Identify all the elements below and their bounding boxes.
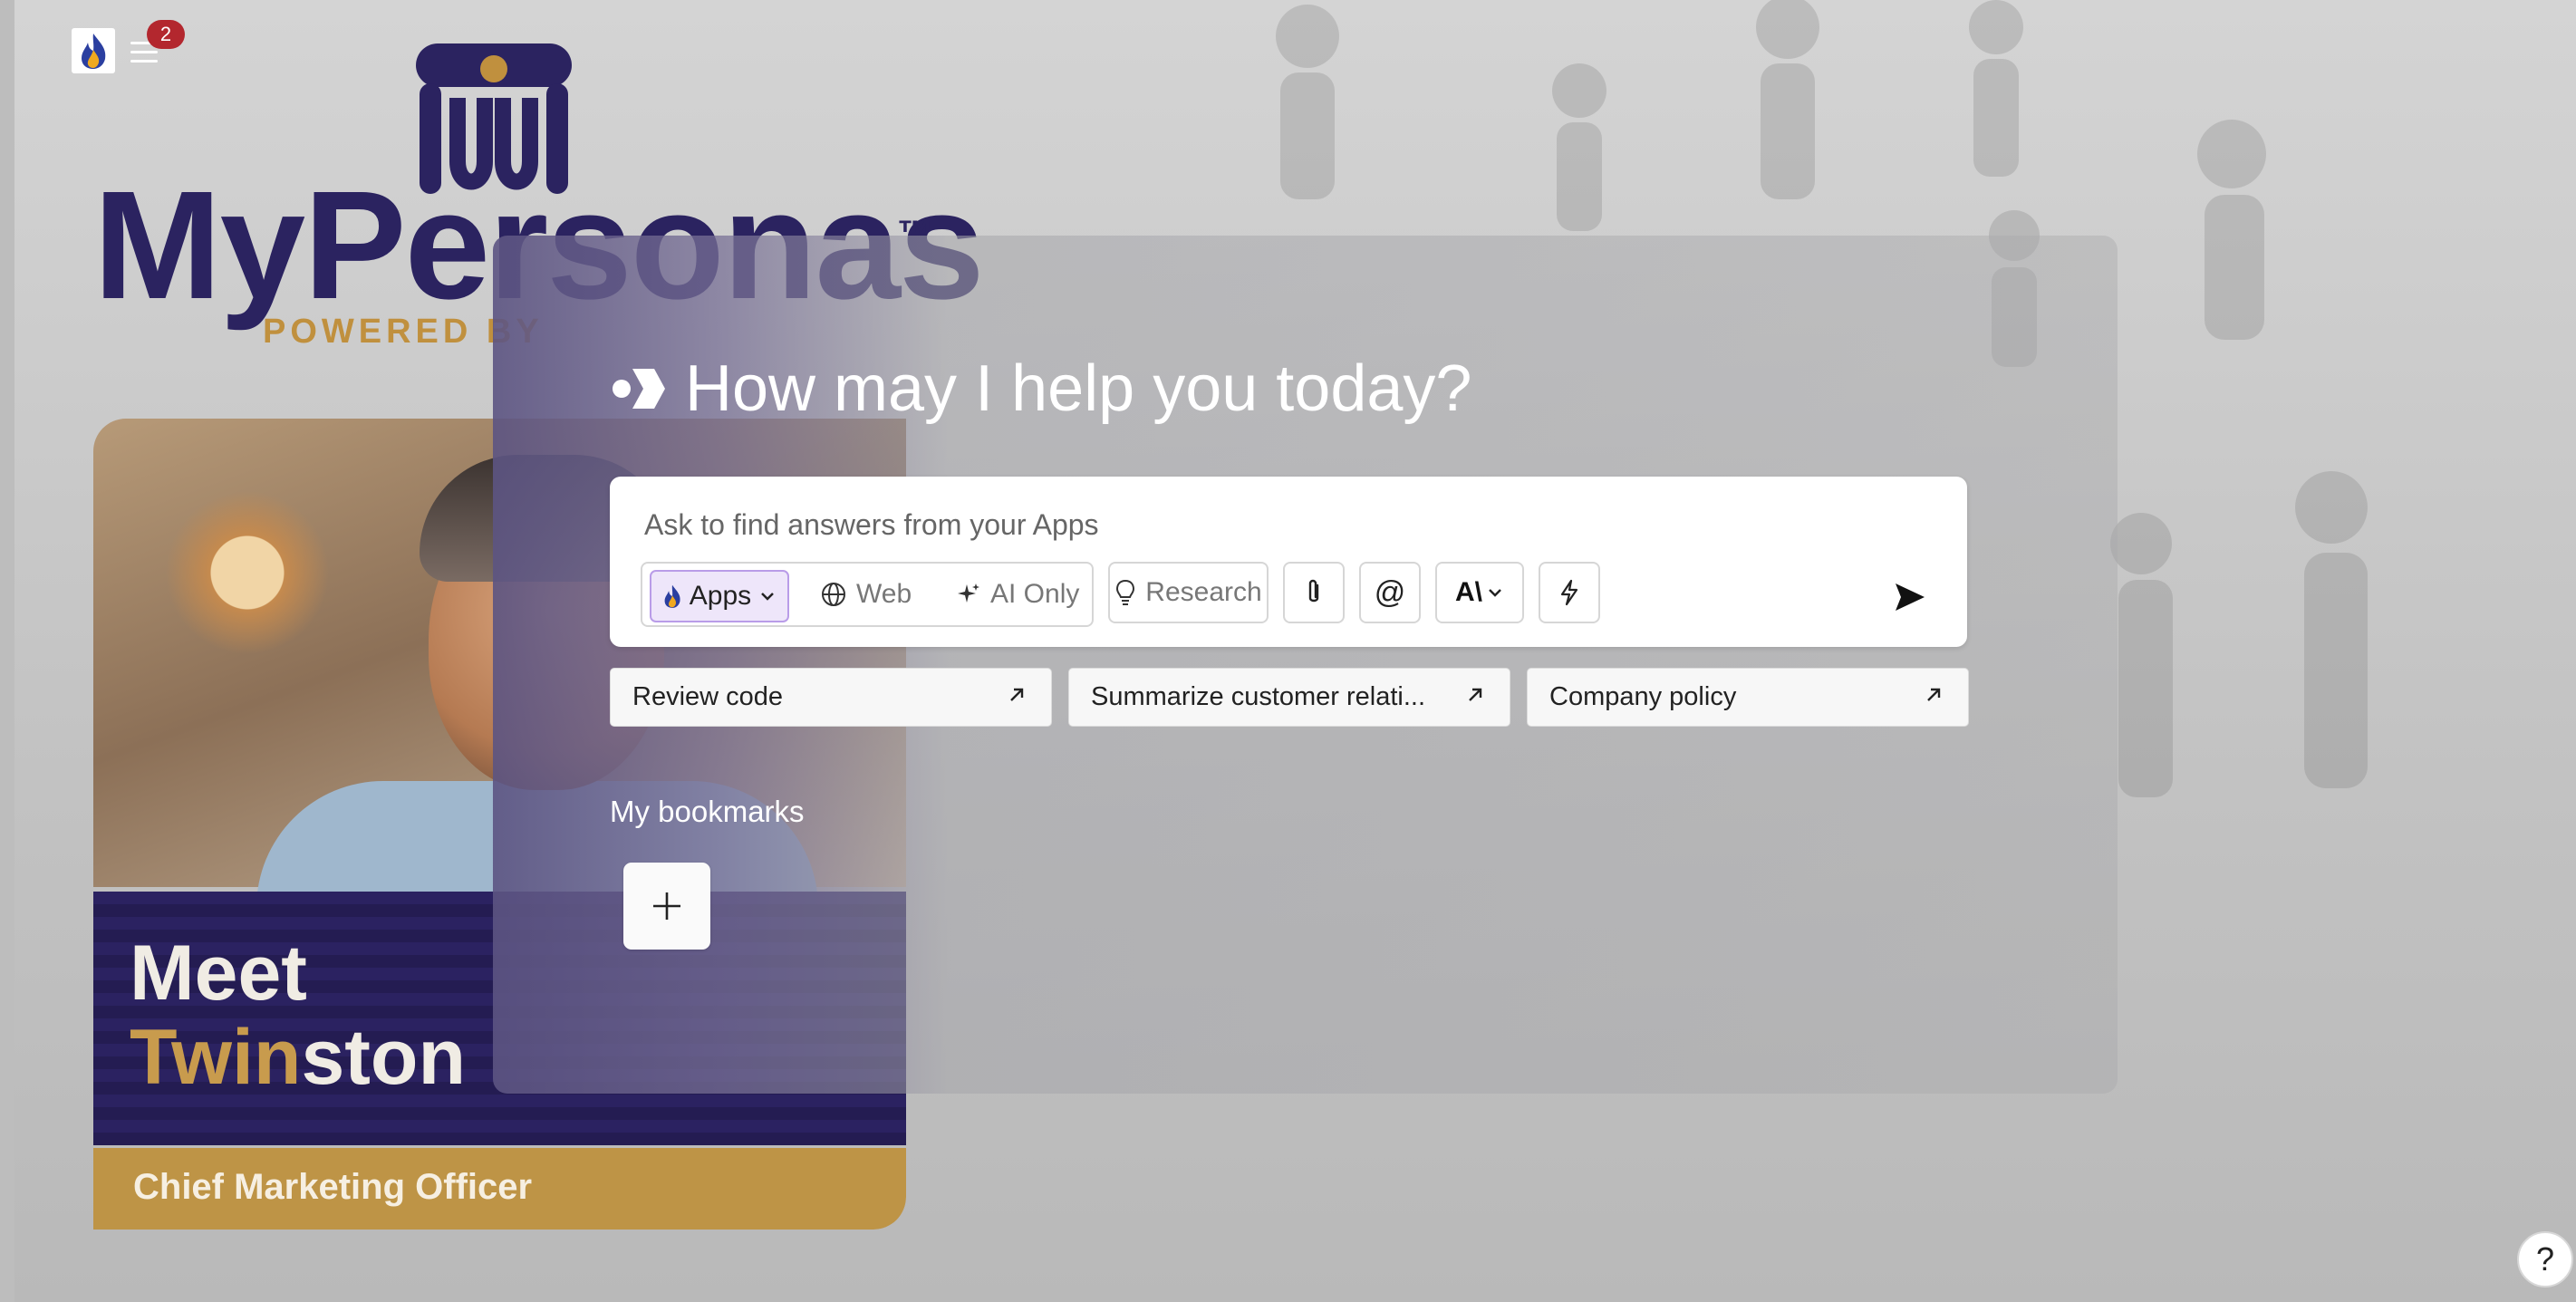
chat-composer: Apps Web AI Only [610,477,1967,647]
suggestion-label: Summarize customer relati... [1091,682,1426,711]
mode-web-label: Web [856,579,912,609]
at-sign-icon: @ [1374,574,1406,610]
window-frame-edge [0,0,14,1302]
plus-icon [653,892,680,920]
mode-ai-only-button[interactable]: AI Only [956,573,1079,616]
quick-actions-button[interactable] [1539,562,1600,623]
flame-icon [82,34,106,69]
source-mode-group: Apps Web AI Only [641,562,1094,627]
chat-input[interactable] [642,507,1643,543]
send-icon [1896,583,1925,611]
mode-ai-only-label: AI Only [990,579,1080,609]
suggestion-label: Company policy [1549,682,1737,711]
persona-role: Chief Marketing Officer [133,1167,533,1207]
send-button[interactable] [1889,576,1931,618]
research-label: Research [1145,577,1262,607]
suggestion-summarize-customer[interactable]: Summarize customer relati... [1068,668,1510,727]
arrow-up-right-icon [1010,688,1024,701]
flame-icon [664,584,680,608]
mode-apps-label: Apps [689,581,752,611]
add-bookmark-button[interactable] [623,863,710,950]
assistant-panel: How may I help you today? Apps [493,236,2118,1094]
app-logo[interactable] [72,28,115,73]
arrow-up-right-icon [1469,688,1482,701]
sparkle-icon [958,583,979,603]
suggestion-label: Review code [632,682,784,711]
persona-name: Twinston [130,1014,467,1101]
suggestion-review-code[interactable]: Review code [610,668,1052,727]
chevron-down-icon [1489,589,1501,597]
model-selector-button[interactable]: A\ [1435,562,1524,623]
lightning-icon [1560,579,1578,606]
globe-icon [822,583,845,606]
mode-apps-button[interactable]: Apps [650,570,789,622]
paperclip-icon [1308,579,1319,603]
mention-button[interactable]: @ [1359,562,1421,623]
mode-web-button[interactable]: Web [820,573,912,616]
help-button[interactable]: ? [2517,1231,2573,1288]
model-icon: A\ [1455,577,1482,607]
chevron-down-icon [761,593,775,601]
bookmarks-title: My bookmarks [610,795,805,828]
research-button[interactable]: Research [1108,562,1269,623]
arrow-up-right-icon [1927,688,1941,701]
attach-button[interactable] [1283,562,1345,623]
assistant-chevron-icon [613,369,665,409]
suggestion-company-policy[interactable]: Company policy [1527,668,1969,727]
assistant-header: How may I help you today? [611,352,1471,426]
assistant-heading: How may I help you today? [685,352,1472,425]
notification-badge: 2 [147,20,185,49]
persona-intro: Meet [130,930,307,1017]
lightbulb-icon [1116,579,1135,605]
